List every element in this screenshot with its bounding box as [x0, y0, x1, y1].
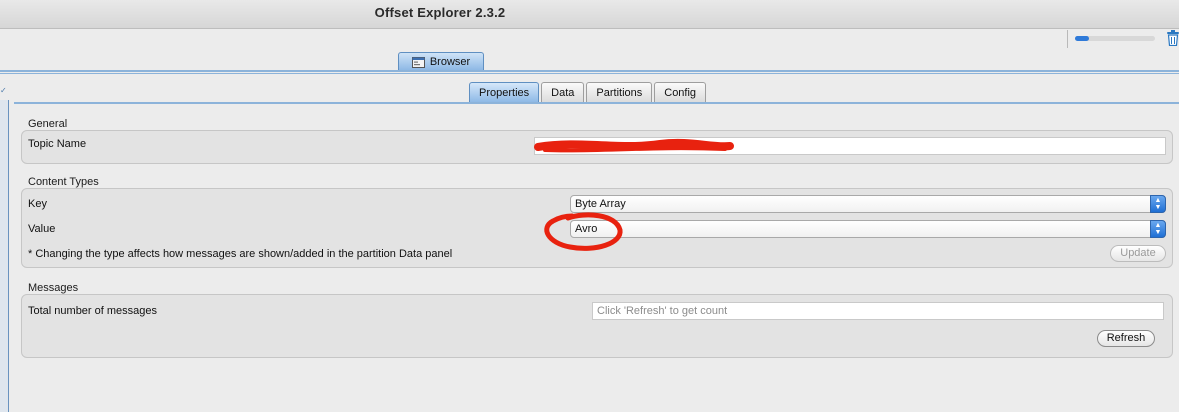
select-arrows-icon: ▲ ▼ [1150, 220, 1166, 238]
tab-browser-label: Browser [429, 56, 471, 68]
content-type-hint: * Changing the type affects how messages… [28, 248, 453, 260]
topic-tabs: Properties Data Partitions Config [469, 82, 707, 102]
key-type-value: Byte Array [575, 198, 626, 210]
sidebar-edge-marker: ✓ [0, 86, 7, 95]
key-label: Key [28, 198, 47, 210]
tab-partitions[interactable]: Partitions [586, 82, 653, 102]
trash-icon[interactable] [1166, 30, 1179, 46]
key-type-select[interactable]: Byte Array ▲ ▼ [570, 195, 1166, 213]
title-bar: Offset Explorer 2.3.2 [0, 0, 1179, 29]
value-label: Value [28, 223, 56, 235]
value-type-value: Avro [575, 223, 598, 235]
topic-name-label: Topic Name [28, 138, 87, 150]
refresh-button[interactable]: Refresh [1097, 330, 1155, 347]
memory-progress-fill [1075, 36, 1090, 41]
tabs-rule [14, 102, 1179, 104]
topic-name-field[interactable] [534, 137, 1166, 155]
message-count-placeholder: Click 'Refresh' to get count [597, 305, 728, 317]
window-title: Offset Explorer 2.3.2 [374, 5, 506, 20]
value-type-select[interactable]: Avro ▲ ▼ [570, 220, 1166, 238]
browser-tab-rule [0, 70, 1179, 72]
left-sidebar-edge[interactable] [0, 100, 9, 412]
message-count-field[interactable]: Click 'Refresh' to get count [592, 302, 1164, 320]
general-section-title: General [28, 118, 68, 130]
tab-data[interactable]: Data [541, 82, 585, 102]
browser-tab-rule-2 [0, 73, 1179, 74]
window-tab-icon [411, 56, 425, 68]
tab-properties[interactable]: Properties [469, 82, 540, 102]
total-messages-label: Total number of messages [28, 305, 158, 317]
select-arrows-icon: ▲ ▼ [1150, 195, 1166, 213]
update-button[interactable]: Update [1110, 245, 1166, 262]
content-types-section-title: Content Types [28, 176, 99, 188]
memory-progress-bar [1075, 36, 1155, 41]
tab-browser[interactable]: Browser [398, 52, 484, 71]
tab-config[interactable]: Config [654, 82, 707, 102]
messages-section-title: Messages [28, 282, 79, 294]
toolbar-widgets [1067, 30, 1179, 50]
